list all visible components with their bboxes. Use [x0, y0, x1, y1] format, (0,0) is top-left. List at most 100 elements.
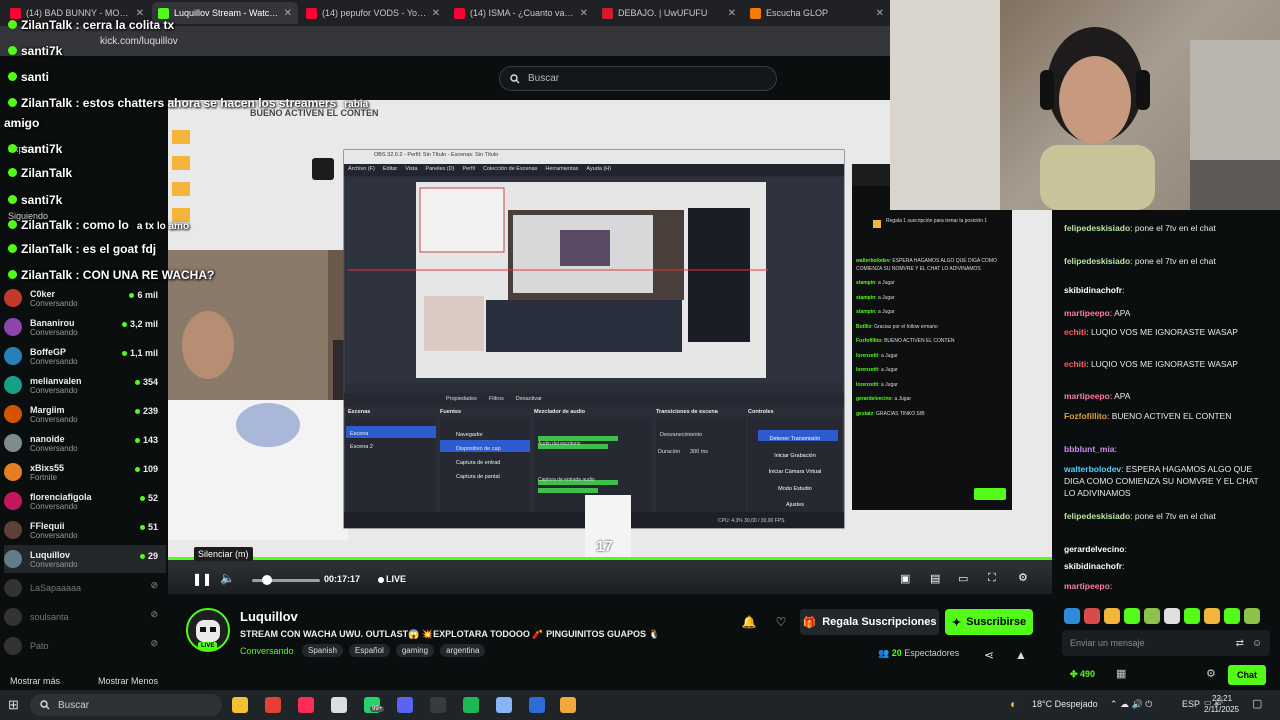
- chat-user[interactable]: gerardelvecino: [1064, 544, 1124, 554]
- tab-close-icon[interactable]: ✕: [136, 8, 144, 19]
- gift-subs-button[interactable]: 🎁 Regala Suscripciones: [800, 609, 939, 635]
- emoji-icon[interactable]: ☺: [1252, 638, 1262, 649]
- show-more-button[interactable]: Mostrar más: [10, 676, 60, 686]
- notification-bell-icon[interactable]: 🔔: [736, 609, 762, 635]
- emote-icon[interactable]: [1064, 608, 1080, 624]
- chat-settings-icon[interactable]: ⚙: [1206, 667, 1216, 680]
- live-label[interactable]: LIVE: [386, 574, 406, 584]
- obs-menu-item: Ayuda (H): [586, 166, 612, 172]
- sidebar-channel[interactable]: xBixs55 Fortnite 109: [4, 458, 166, 486]
- clip-icon[interactable]: ▣: [900, 572, 910, 585]
- chat-user[interactable]: bbblunt_mia: [1064, 444, 1115, 454]
- volume-slider-handle[interactable]: [262, 575, 272, 585]
- channel-name: LaSapaaaaa: [30, 583, 82, 593]
- clock-date[interactable]: 2/11/2025: [1204, 705, 1239, 714]
- sidebar-channel[interactable]: Luquillov Conversando 29: [4, 545, 166, 573]
- app2-icon[interactable]: [529, 697, 545, 713]
- chat-user[interactable]: echiti: [1064, 327, 1086, 337]
- volume-icon[interactable]: 🔈: [220, 571, 235, 585]
- show-less-button[interactable]: Mostrar Menos: [98, 676, 158, 686]
- app3-icon[interactable]: [560, 697, 576, 713]
- app-icon[interactable]: [331, 697, 347, 713]
- chrome-icon[interactable]: [265, 697, 281, 713]
- stream-tag[interactable]: gaming: [395, 644, 435, 657]
- obs-icon[interactable]: [430, 697, 446, 713]
- chat-gift-icon[interactable]: ▦: [1116, 667, 1126, 680]
- notification-icon[interactable]: ▢: [1252, 697, 1262, 710]
- chat-user[interactable]: skibidinachofr: [1064, 561, 1122, 571]
- streamer-name[interactable]: Luquillov: [240, 609, 298, 624]
- sidebar-channel[interactable]: Bananirou Conversando 3,2 mil: [4, 313, 166, 341]
- chat-send-button[interactable]: Chat: [1228, 665, 1266, 685]
- theater-icon[interactable]: ▤: [930, 572, 940, 585]
- stream-progress-bar[interactable]: [168, 557, 1052, 560]
- start-icon[interactable]: ⊞: [8, 697, 19, 713]
- discord-icon[interactable]: [397, 697, 413, 713]
- tiktok-icon[interactable]: [298, 697, 314, 713]
- chat-user[interactable]: Fozfofillito: [1064, 411, 1107, 421]
- tab-close-icon[interactable]: ✕: [876, 8, 884, 19]
- taskbar-search[interactable]: Buscar: [30, 694, 222, 716]
- pip-icon[interactable]: ▭: [958, 572, 968, 585]
- weather-text[interactable]: 18°C Despejado: [1032, 699, 1098, 709]
- chat-user[interactable]: martipeepo: [1064, 581, 1110, 591]
- share-icon[interactable]: ⋖: [976, 642, 1002, 668]
- clock-time[interactable]: 22:21: [1212, 694, 1232, 703]
- sidebar-channel[interactable]: C0ker Conversando 6 mil: [4, 284, 166, 312]
- chat-user[interactable]: martipeepo: [1064, 391, 1110, 401]
- stream-tag[interactable]: Spanish: [302, 644, 343, 657]
- settings-gear-icon[interactable]: ⚙: [1018, 571, 1028, 584]
- notepad-icon[interactable]: [496, 697, 512, 713]
- chat-user[interactable]: walterbolodev: [1064, 464, 1121, 474]
- pause-icon[interactable]: ❚❚: [192, 572, 212, 586]
- chat-user[interactable]: skibidinachofr: [1064, 285, 1122, 295]
- stream-tag[interactable]: Español: [348, 644, 390, 657]
- emote-icon[interactable]: [1084, 608, 1100, 624]
- channel-avatar: [4, 608, 22, 626]
- sidebar-channel[interactable]: florenciafigola Conversando 52: [4, 487, 166, 515]
- browser-tab[interactable]: (14) pepufor VODS - YouTube ✕: [300, 2, 446, 24]
- sidebar-channel[interactable]: melianvalen Conversando 354: [4, 371, 166, 399]
- sidebar-channel[interactable]: nanoide Conversando 143: [4, 429, 166, 457]
- sidebar-channel[interactable]: Margiim Conversando 239: [4, 400, 166, 428]
- emote-icon[interactable]: [1144, 608, 1160, 624]
- sidebar-channel[interactable]: Pato ⊘: [4, 632, 166, 660]
- sidebar-channel[interactable]: BoffeGP Conversando 1,1 mil: [4, 342, 166, 370]
- fullscreen-icon[interactable]: ⛶: [988, 572, 996, 585]
- tray-icons[interactable]: ⌃ ☁ 🔊 ⏻: [1110, 699, 1152, 710]
- browser-tab[interactable]: Escucha GLOP ✕: [744, 2, 890, 24]
- sidebar-channel[interactable]: FFlequii Conversando 51: [4, 516, 166, 544]
- emote-icon[interactable]: [1224, 608, 1240, 624]
- chat-user[interactable]: felipedeskisiado: [1064, 511, 1130, 521]
- chat-user[interactable]: echiti: [1064, 359, 1086, 369]
- emote-icon[interactable]: [1184, 608, 1200, 624]
- chat-user[interactable]: martipeepo: [1064, 308, 1110, 318]
- tab-close-icon[interactable]: ✕: [728, 8, 736, 19]
- emote-icon[interactable]: [1104, 608, 1120, 624]
- translate-icon[interactable]: ⇄: [1236, 638, 1244, 649]
- tab-close-icon[interactable]: ✕: [432, 8, 440, 19]
- emote-icon[interactable]: [1164, 608, 1180, 624]
- browser-tab[interactable]: DEBAJO. | UwUFUFU ✕: [596, 2, 742, 24]
- browser-tab[interactable]: (14) ISMA - ¿Cuanto va a pasar ✕: [448, 2, 594, 24]
- emote-icon[interactable]: [1124, 608, 1140, 624]
- subscribe-button[interactable]: ✦ Suscribirse: [945, 609, 1033, 635]
- emote-icon[interactable]: [1204, 608, 1220, 624]
- follow-heart-icon[interactable]: ♡: [768, 609, 794, 635]
- file-explorer-icon[interactable]: [232, 697, 248, 713]
- emote-icon[interactable]: [1244, 608, 1260, 624]
- sidebar-channel[interactable]: soulsanta ⊘: [4, 603, 166, 631]
- tab-close-icon[interactable]: ✕: [580, 8, 588, 19]
- chat-input[interactable]: Enviar un mensaje ⇄ ☺: [1062, 630, 1270, 656]
- chat-user[interactable]: felipedeskisiado: [1064, 223, 1130, 233]
- stream-category[interactable]: Conversando: [240, 646, 294, 656]
- language-indicator[interactable]: ESP: [1182, 699, 1200, 709]
- tab-close-icon[interactable]: ✕: [284, 8, 292, 19]
- sidebar-channel[interactable]: LaSapaaaaa ⊘: [4, 574, 166, 602]
- chat-user[interactable]: felipedeskisiado: [1064, 256, 1130, 266]
- channel-points[interactable]: ✤ 490: [1070, 669, 1095, 680]
- kick-search-input[interactable]: Buscar: [499, 66, 777, 91]
- spotify-icon[interactable]: [463, 697, 479, 713]
- report-icon[interactable]: ▲: [1008, 642, 1034, 668]
- stream-tag[interactable]: argentina: [440, 644, 486, 657]
